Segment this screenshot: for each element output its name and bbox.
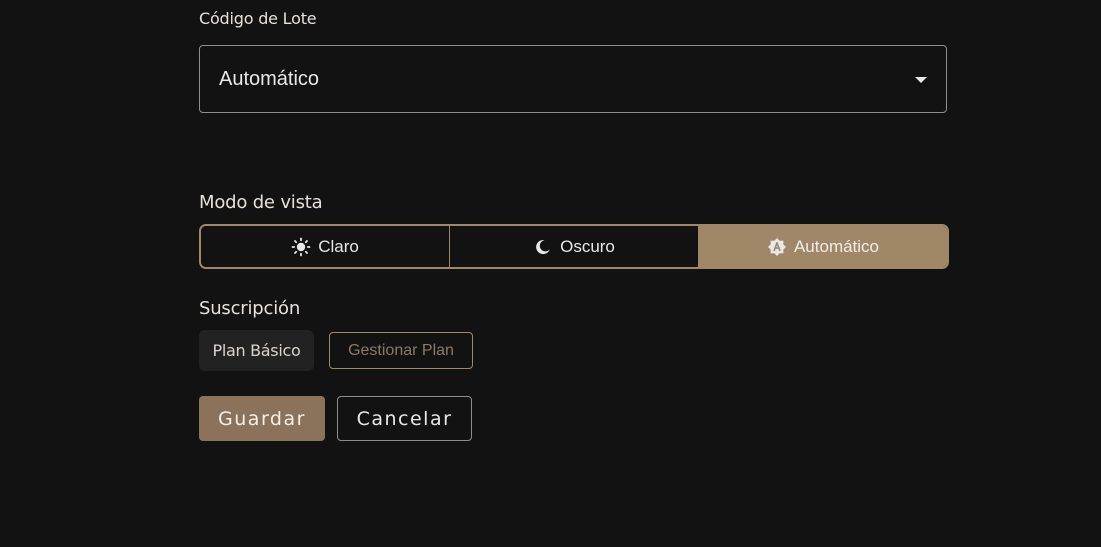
view-mode-auto-label: Automático — [793, 236, 880, 256]
auto-brightness-icon — [767, 237, 787, 257]
moon-icon — [533, 237, 553, 257]
view-mode-light-button[interactable]: Claro — [201, 226, 449, 267]
view-mode-dark-label: Oscuro — [560, 236, 615, 256]
cancel-button[interactable]: Cancelar — [337, 396, 472, 441]
subscription-label: Suscripción — [199, 298, 301, 319]
save-button[interactable]: Guardar — [199, 396, 325, 441]
lote-code-select[interactable]: Automático — [199, 45, 947, 113]
view-mode-auto-button[interactable]: Automático — [698, 226, 947, 267]
settings-page: Código de Lote Automático Modo de vista — [0, 0, 1101, 547]
current-plan-badge: Plan Básico — [199, 330, 314, 371]
view-mode-dark-button[interactable]: Oscuro — [449, 226, 698, 267]
view-mode-light-label: Claro — [318, 236, 359, 256]
lote-code-label: Código de Lote — [199, 9, 317, 28]
view-mode-toggle-group: Claro Oscuro Automático — [199, 224, 949, 269]
sun-icon — [291, 237, 311, 257]
caret-down-icon — [915, 77, 927, 83]
manage-plan-button[interactable]: Gestionar Plan — [329, 332, 473, 369]
view-mode-label: Modo de vista — [199, 192, 323, 213]
lote-code-selected-value: Automático — [219, 68, 320, 90]
